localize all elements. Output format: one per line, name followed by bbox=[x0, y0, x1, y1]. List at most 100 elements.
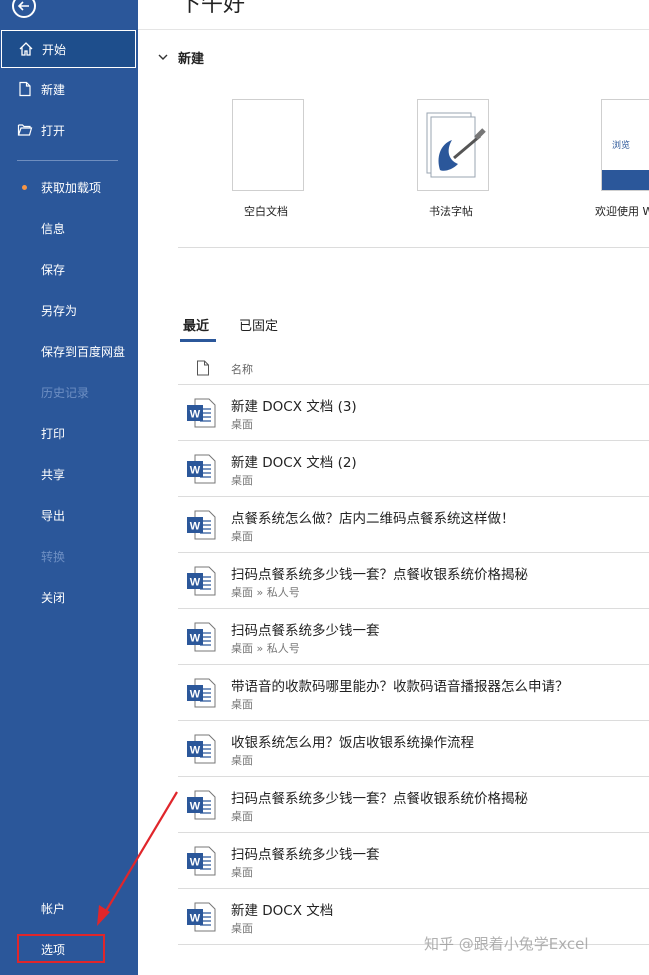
divider bbox=[178, 247, 649, 248]
sidebar-item-export[interactable]: 导出 bbox=[0, 496, 138, 534]
file-name: 新建 DOCX 文档 (2) bbox=[231, 455, 357, 471]
svg-text:W: W bbox=[190, 745, 201, 757]
back-arrow-icon[interactable] bbox=[12, 0, 36, 18]
active-tab-indicator bbox=[180, 339, 216, 342]
sidebar-item-get-addins[interactable]: 获取加载项 bbox=[0, 168, 138, 206]
backstage-sidebar: 开始 新建 打开 获取加载项 信息 保存 另存为 保存到百度网盘 历史记录 打印… bbox=[0, 0, 138, 975]
file-name: 新建 DOCX 文档 bbox=[231, 903, 334, 919]
file-name: 扫码点餐系统多少钱一套？点餐收银系统价格揭秘 bbox=[231, 791, 528, 807]
file-path: 桌面 bbox=[231, 922, 253, 935]
file-path: 桌面 bbox=[231, 810, 253, 823]
sidebar-item-label: 关闭 bbox=[41, 590, 66, 605]
word-document-icon: W bbox=[187, 566, 216, 596]
template-label: 书法字帖 bbox=[429, 205, 473, 218]
sidebar-item-close[interactable]: 关闭 bbox=[0, 578, 138, 616]
sidebar-item-home[interactable]: 开始 bbox=[1, 30, 136, 68]
new-section-header[interactable]: 新建 bbox=[157, 47, 204, 67]
template-thumb-text: 浏览 bbox=[612, 141, 631, 151]
greeting-title: 下午好 bbox=[179, 0, 246, 17]
svg-text:W: W bbox=[190, 913, 201, 925]
file-name: 点餐系统怎么做？店内二维码点餐系统这样做！ bbox=[231, 511, 515, 527]
calligraphy-brush-icon bbox=[426, 112, 486, 178]
sidebar-item-label: 保存 bbox=[41, 262, 66, 277]
file-name: 扫码点餐系统多少钱一套 bbox=[231, 847, 380, 863]
svg-text:W: W bbox=[190, 857, 201, 869]
svg-text:W: W bbox=[190, 409, 201, 421]
file-path: 桌面 » 私人号 bbox=[231, 586, 300, 599]
word-document-icon: W bbox=[187, 790, 216, 820]
file-path: 桌面 bbox=[231, 474, 253, 487]
notification-dot-icon bbox=[22, 185, 27, 190]
template-welcome[interactable]: 浏览 bbox=[601, 99, 649, 191]
file-row[interactable]: W 收银系统怎么用？饭店收银系统操作流程 桌面 bbox=[178, 721, 649, 777]
file-row[interactable]: W 新建 DOCX 文档 (2) 桌面 bbox=[178, 441, 649, 497]
file-row[interactable]: W 扫码点餐系统多少钱一套？点餐收银系统价格揭秘 桌面 bbox=[178, 777, 649, 833]
svg-text:W: W bbox=[190, 633, 201, 645]
file-name: 新建 DOCX 文档 (3) bbox=[231, 399, 357, 415]
sidebar-item-label: 历史记录 bbox=[41, 385, 90, 400]
section-title: 新建 bbox=[178, 51, 205, 67]
tab-pinned[interactable]: 已固定 bbox=[239, 315, 278, 334]
sidebar-item-label: 共享 bbox=[41, 467, 66, 482]
sidebar-item-label: 信息 bbox=[41, 221, 66, 236]
sidebar-item-label: 保存到百度网盘 bbox=[41, 344, 126, 359]
sidebar-item-label: 打印 bbox=[41, 426, 66, 441]
file-path: 桌面 bbox=[231, 418, 253, 431]
file-row[interactable]: W 扫码点餐系统多少钱一套 桌面 bbox=[178, 833, 649, 889]
sidebar-item-label: 获取加载项 bbox=[41, 180, 102, 195]
template-label: 空白文档 bbox=[244, 205, 288, 218]
chevron-down-icon bbox=[158, 54, 168, 60]
sidebar-item-label: 开始 bbox=[42, 42, 67, 57]
highlight-box bbox=[17, 934, 105, 963]
word-document-icon: W bbox=[187, 622, 216, 652]
sidebar-item-save[interactable]: 保存 bbox=[0, 250, 138, 288]
sidebar-item-convert: 转换 bbox=[0, 537, 138, 575]
file-path: 桌面 bbox=[231, 530, 253, 543]
file-name: 收银系统怎么用？饭店收银系统操作流程 bbox=[231, 735, 474, 751]
file-list-header[interactable]: 名称 bbox=[178, 352, 649, 385]
word-document-icon: W bbox=[187, 398, 216, 428]
sidebar-item-label: 打开 bbox=[41, 123, 66, 138]
file-row[interactable]: W 带语音的收款码哪里能办？收款码语音播报器怎么申请？ 桌面 bbox=[178, 665, 649, 721]
sidebar-item-label: 转换 bbox=[41, 549, 66, 564]
column-header-name: 名称 bbox=[231, 363, 253, 376]
file-row[interactable]: W 新建 DOCX 文档 (3) 桌面 bbox=[178, 385, 649, 441]
sidebar-item-account[interactable]: 帐户 bbox=[0, 889, 138, 927]
file-row[interactable]: W 扫码点餐系统多少钱一套 桌面 » 私人号 bbox=[178, 609, 649, 665]
file-path: 桌面 bbox=[231, 866, 253, 879]
sidebar-item-label: 新建 bbox=[41, 82, 66, 97]
file-row[interactable]: W 点餐系统怎么做？店内二维码点餐系统这样做！ 桌面 bbox=[178, 497, 649, 553]
word-document-icon: W bbox=[187, 902, 216, 932]
sidebar-item-save-as[interactable]: 另存为 bbox=[0, 291, 138, 329]
word-document-icon: W bbox=[187, 846, 216, 876]
new-document-icon bbox=[17, 81, 33, 97]
sidebar-divider bbox=[17, 160, 118, 161]
home-icon bbox=[18, 41, 34, 57]
template-calligraphy[interactable] bbox=[417, 99, 489, 191]
svg-text:W: W bbox=[190, 465, 201, 477]
sidebar-item-info[interactable]: 信息 bbox=[0, 209, 138, 247]
tab-recent[interactable]: 最近 bbox=[183, 315, 209, 334]
sidebar-item-label: 导出 bbox=[41, 508, 66, 523]
sidebar-item-label: 帐户 bbox=[41, 901, 66, 916]
word-document-icon: W bbox=[187, 454, 216, 484]
sidebar-item-label: 另存为 bbox=[41, 303, 78, 318]
file-path: 桌面 bbox=[231, 754, 253, 767]
svg-text:W: W bbox=[190, 689, 201, 701]
sidebar-item-open[interactable]: 打开 bbox=[0, 111, 138, 149]
sidebar-item-new[interactable]: 新建 bbox=[0, 70, 138, 108]
svg-text:W: W bbox=[190, 577, 201, 589]
sidebar-item-save-to-baidu[interactable]: 保存到百度网盘 bbox=[0, 332, 138, 370]
word-document-icon: W bbox=[187, 510, 216, 540]
file-path: 桌面 » 私人号 bbox=[231, 642, 300, 655]
sidebar-item-share[interactable]: 共享 bbox=[0, 455, 138, 493]
template-label: 欢迎使用 W bbox=[595, 205, 649, 218]
word-document-icon: W bbox=[187, 678, 216, 708]
folder-open-icon bbox=[17, 122, 33, 138]
svg-text:W: W bbox=[190, 801, 201, 813]
svg-text:W: W bbox=[190, 521, 201, 533]
file-name: 带语音的收款码哪里能办？收款码语音播报器怎么申请？ bbox=[231, 679, 569, 695]
file-row[interactable]: W 扫码点餐系统多少钱一套？点餐收银系统价格揭秘 桌面 » 私人号 bbox=[178, 553, 649, 609]
sidebar-item-print[interactable]: 打印 bbox=[0, 414, 138, 452]
template-blank-document[interactable] bbox=[232, 99, 304, 191]
